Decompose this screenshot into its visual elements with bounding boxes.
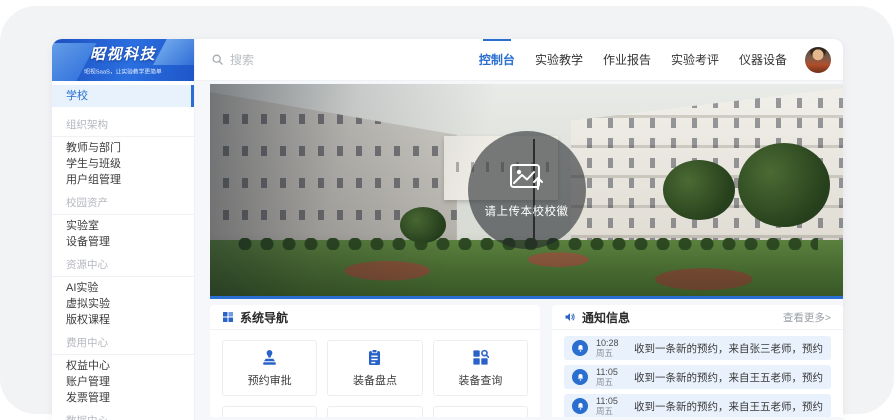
nav-card-partial[interactable]	[222, 406, 317, 417]
search-icon	[211, 53, 224, 66]
sidebar: 昭视科技 昭视SaaS，让实验教学更简单 学校 组织架构 教师与部门 学生与班级…	[52, 39, 195, 420]
notification-time: 10:28 周五	[596, 338, 626, 359]
topbar: 搜索 控制台 实验教学 作业报告 实验考评 仪器设备	[195, 39, 843, 81]
sidebar-item-device-mgmt[interactable]: 设备管理	[52, 234, 194, 250]
bottom-panels: 系统导航 预约审批	[210, 305, 843, 417]
sidebar-item-courses[interactable]: 版权课程	[52, 312, 194, 328]
system-nav-title: 系统导航	[240, 309, 288, 326]
campus-photo: 请上传本校校徽	[210, 84, 843, 299]
clipboard-icon	[365, 348, 384, 367]
sidebar-item-labs[interactable]: 实验室	[52, 218, 194, 234]
grid-search-icon	[471, 348, 490, 367]
search-placeholder: 搜索	[230, 51, 254, 68]
brand-name: 昭视科技	[90, 43, 156, 64]
notification-time: 11:05 周五	[596, 396, 626, 417]
content-area: 请上传本校校徽 系统导航	[195, 81, 843, 420]
stamp-icon	[260, 348, 279, 367]
nav-card-label: 装备盘点	[353, 372, 397, 388]
sidebar-section-org: 组织架构	[52, 110, 194, 137]
tab-experiment-assessment[interactable]: 实验考评	[671, 51, 719, 68]
upload-school-badge-button[interactable]: 请上传本校校徽	[468, 131, 586, 249]
nav-card-partial[interactable]	[327, 406, 422, 417]
system-nav-panel: 系统导航 预约审批	[210, 305, 540, 417]
nav-card-label: 装备查询	[458, 372, 502, 388]
notification-text: 收到一条新的预约，来自张三老师，预约单号为：Y-0044，请尽快处理。	[634, 341, 823, 356]
image-upload-icon	[508, 162, 546, 194]
bell-badge	[572, 398, 588, 414]
desktop-frame: 昭视科技 昭视SaaS，让实验教学更简单 学校 组织架构 教师与部门 学生与班级…	[0, 6, 894, 414]
bell-badge	[572, 369, 588, 385]
sidebar-section-assets: 校园资产	[52, 188, 194, 215]
tab-experiment-teaching[interactable]: 实验教学	[535, 51, 583, 68]
notification-panel: 通知信息 查看更多> 10:28	[552, 305, 843, 417]
tab-instruments[interactable]: 仪器设备	[739, 51, 787, 68]
notification-row[interactable]: 10:28 周五 收到一条新的预约，来自张三老师，预约单号为：Y-0044，请尽…	[564, 336, 831, 360]
sidebar-item-teachers[interactable]: 教师与部门	[52, 140, 194, 156]
top-tabs: 控制台 实验教学 作业报告 实验考评 仪器设备	[479, 51, 787, 68]
bell-icon	[576, 402, 585, 411]
notification-row[interactable]: 11:05 周五 收到一条新的预约，来自王五老师，预约单号为：Y-0056，请尽…	[564, 365, 831, 389]
notification-title: 通知信息	[582, 309, 630, 326]
nav-card-partial[interactable]	[433, 406, 528, 417]
sidebar-item-ai-lab[interactable]: AI实验	[52, 280, 194, 296]
speaker-icon	[564, 311, 576, 323]
sidebar-section-data: 数据中心	[52, 406, 194, 420]
sidebar-menu: 学校 组织架构 教师与部门 学生与班级 用户组管理 校园资产 实验室 设备管理 …	[52, 81, 194, 420]
sidebar-item-school[interactable]: 学校	[52, 85, 194, 107]
grid-icon	[222, 311, 234, 323]
avatar[interactable]	[805, 47, 831, 73]
bell-icon	[576, 344, 585, 353]
tab-homework-report[interactable]: 作业报告	[603, 51, 651, 68]
sidebar-item-students[interactable]: 学生与班级	[52, 156, 194, 172]
sidebar-section-resources: 资源中心	[52, 250, 194, 277]
notification-text: 收到一条新的预约，来自王五老师，预约单号为：Y-0056，请尽快处理。	[634, 399, 823, 414]
brand-logo: 昭视科技 昭视SaaS，让实验教学更简单	[52, 39, 194, 81]
notification-text: 收到一条新的预约，来自王五老师，预约单号为：Y-0056，请尽快处理。	[634, 370, 823, 385]
notification-header: 通知信息 查看更多>	[552, 305, 843, 330]
notification-list: 10:28 周五 收到一条新的预约，来自张三老师，预约单号为：Y-0044，请尽…	[552, 330, 843, 417]
notification-row[interactable]: 11:05 周五 收到一条新的预约，来自王五老师，预约单号为：Y-0056，请尽…	[564, 394, 831, 417]
nav-card-query[interactable]: 装备查询	[433, 340, 528, 396]
sidebar-item-user-groups[interactable]: 用户组管理	[52, 172, 194, 188]
main-area: 搜索 控制台 实验教学 作业报告 实验考评 仪器设备	[195, 39, 843, 420]
sidebar-section-billing: 费用中心	[52, 328, 194, 355]
upload-prompt: 请上传本校校徽	[485, 203, 569, 219]
sidebar-item-invoices[interactable]: 发票管理	[52, 390, 194, 406]
view-more-link[interactable]: 查看更多>	[783, 310, 831, 325]
search-input[interactable]: 搜索	[211, 51, 254, 68]
notification-time: 11:05 周五	[596, 367, 626, 388]
nav-card-grid: 预约审批 装备盘点	[210, 330, 540, 417]
bell-icon	[576, 373, 585, 382]
nav-card-inventory[interactable]: 装备盘点	[327, 340, 422, 396]
sidebar-item-benefits[interactable]: 权益中心	[52, 358, 194, 374]
sidebar-item-virtual-lab[interactable]: 虚拟实验	[52, 296, 194, 312]
system-nav-header: 系统导航	[210, 305, 540, 330]
app-window: 昭视科技 昭视SaaS，让实验教学更简单 学校 组织架构 教师与部门 学生与班级…	[52, 39, 843, 420]
bell-badge	[572, 340, 588, 356]
nav-card-label: 预约审批	[248, 372, 292, 388]
nav-card-approval[interactable]: 预约审批	[222, 340, 317, 396]
tab-console[interactable]: 控制台	[479, 51, 515, 68]
sidebar-item-account[interactable]: 账户管理	[52, 374, 194, 390]
brand-tagline: 昭视SaaS，让实验教学更简单	[72, 68, 174, 76]
